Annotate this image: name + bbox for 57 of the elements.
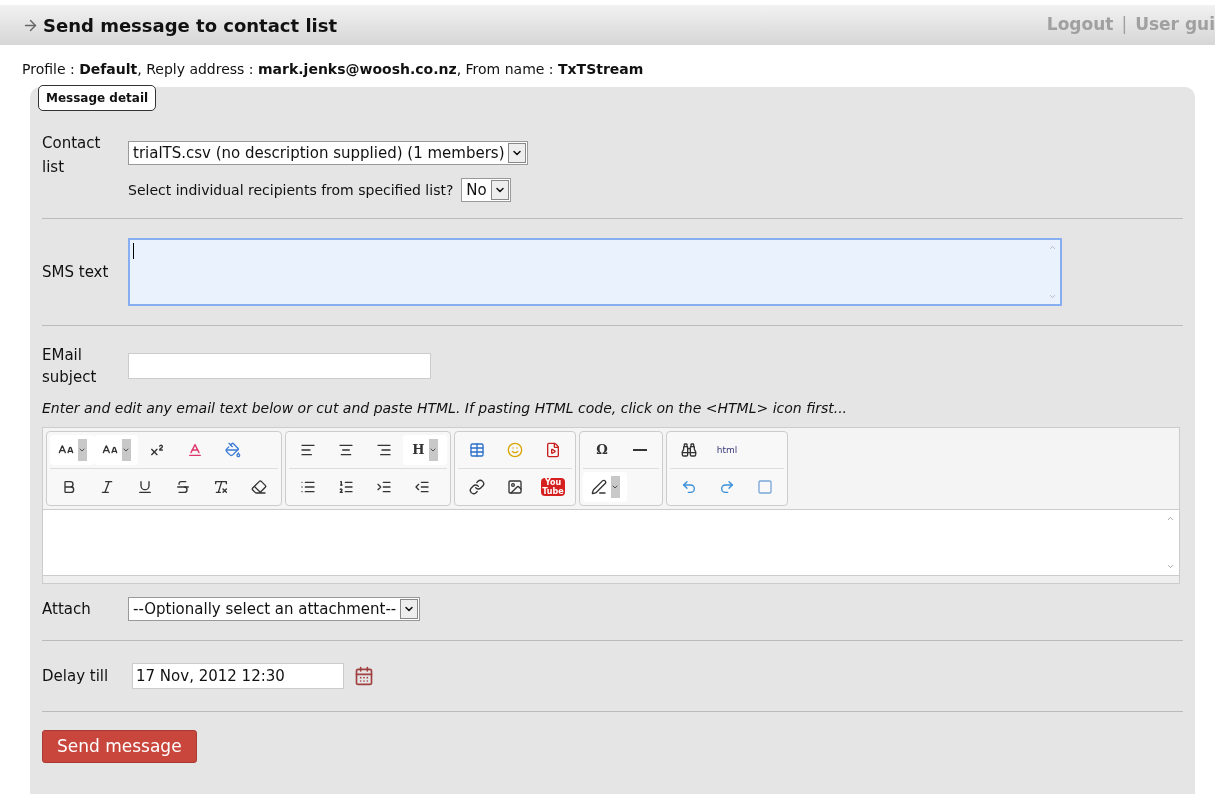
panel-legend: Message detail [38,85,157,111]
align-left-icon [300,442,316,458]
smiley-icon [507,442,523,458]
align-right-icon [376,442,392,458]
email-subject-field[interactable] [128,353,431,379]
email-hint: Enter and edit any email text below or cut and paste HTML. If pasting HTML code, click on the <HTML> icon first... [42,399,849,418]
superscript-icon [149,442,165,458]
horizontal-line-icon [633,449,647,451]
link-icon [469,479,485,495]
resize-handle[interactable] [43,575,1179,583]
paint-bucket-icon [225,442,241,458]
table-icon [469,442,485,458]
link-separator: | [1121,13,1128,37]
field-label: Attach [42,598,92,620]
field-label: Select individual recipients from specified list? [128,180,454,200]
send-message-button[interactable]: Send message [42,730,197,763]
field-label: Contact list [42,134,101,176]
delay-date-field[interactable]: 17 Nov, 2012 12:30 [132,663,344,689]
special-character-icon: Ω [596,440,608,460]
strikethrough-icon [175,479,191,495]
toolbar-button[interactable]: Ω [583,435,621,465]
underline-icon [137,479,153,495]
field-label: Delay till [42,665,110,687]
binoculars-icon [681,442,697,458]
recipients-select[interactable]: No [461,178,511,202]
attachment-select[interactable]: --Optionally select an attachment-- [128,597,421,621]
bold-icon [61,479,77,495]
field-label: SMS text [42,261,110,283]
image-icon [507,479,523,495]
toolbar-button[interactable] [583,472,627,502]
profile-info: Profile : Default, Reply address : mark.jenks@woosh.co.nz, From name : TxTStream [22,61,644,77]
html-icon: html [716,445,738,455]
undo-icon [681,479,697,495]
toolbar-button[interactable] [94,435,138,465]
toolbar-button[interactable]: html [708,435,746,465]
square-icon [757,479,773,495]
redo-icon [719,479,735,495]
document-icon [545,442,561,458]
page-title: Send message to contact list [43,13,338,38]
indent-icon [376,479,392,495]
heading-icon: H [412,440,425,460]
eraser-icon [251,479,267,495]
pen-icon [590,479,607,495]
bullet-list-icon [300,479,316,495]
contact-list-select[interactable]: trialTS.csv (no description supplied) (1 members) [128,141,529,165]
toolbar-button[interactable] [50,435,94,465]
video-icon: You Tube [541,478,565,496]
toolbar-button[interactable]: You Tube [534,472,572,502]
field-label: EMail subject [42,345,98,388]
numbered-list-icon [338,479,354,495]
text-color-icon [187,442,203,458]
italic-icon [99,479,115,495]
calendar-icon[interactable] [354,666,374,686]
toolbar-button[interactable]: H [403,435,447,465]
clear-format-icon [213,479,229,495]
outdent-icon [414,479,430,495]
align-center-icon [338,442,354,458]
